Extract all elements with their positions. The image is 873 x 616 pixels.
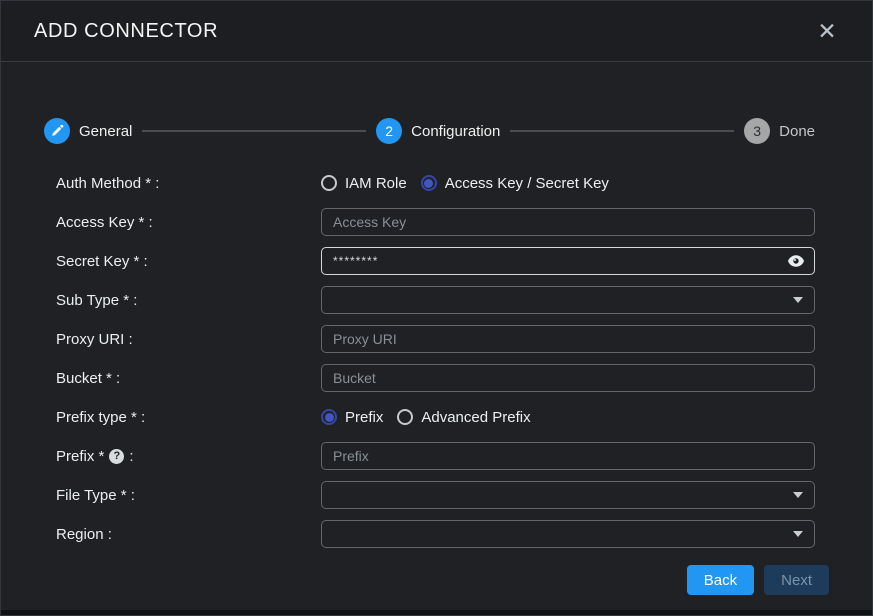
prefix-label: Prefix * ? :: [56, 448, 321, 465]
bucket-input[interactable]: [321, 364, 815, 392]
sub-type-select[interactable]: [321, 286, 815, 314]
prefix-type-row: Prefix type * : Prefix Advanced Prefix: [56, 403, 815, 431]
help-icon[interactable]: ?: [109, 449, 124, 464]
step-connector-line: [142, 130, 366, 132]
step-done: 3 Done: [744, 118, 815, 144]
prefix-input[interactable]: [321, 442, 815, 470]
radio-checked-icon: [321, 409, 337, 425]
next-button[interactable]: Next: [764, 565, 829, 595]
auth-method-label: Auth Method * :: [56, 175, 321, 192]
radio-iam-role[interactable]: IAM Role: [321, 175, 407, 192]
prefix-type-label: Prefix type * :: [56, 409, 321, 426]
eye-icon[interactable]: [787, 254, 805, 268]
close-icon[interactable]: ✕: [812, 16, 842, 46]
proxy-uri-row: Proxy URI :: [56, 325, 815, 353]
file-type-row: File Type * :: [56, 481, 815, 509]
secret-key-input[interactable]: [321, 247, 815, 275]
wizard-stepper: General 2 Configuration 3 Done: [44, 118, 815, 144]
file-type-label: File Type * :: [56, 487, 321, 504]
proxy-uri-label: Proxy URI :: [56, 331, 321, 348]
prefix-row: Prefix * ? :: [56, 442, 815, 470]
bucket-row: Bucket * :: [56, 364, 815, 392]
radio-advanced-prefix[interactable]: Advanced Prefix: [397, 409, 530, 426]
access-key-label: Access Key * :: [56, 214, 321, 231]
file-type-select[interactable]: [321, 481, 815, 509]
dialog-title: ADD CONNECTOR: [34, 20, 218, 43]
region-label: Region :: [56, 526, 321, 543]
secret-key-label: Secret Key * :: [56, 253, 321, 270]
radio-access-key-secret-key[interactable]: Access Key / Secret Key: [421, 175, 609, 192]
auth-method-radio-group: IAM Role Access Key / Secret Key: [321, 175, 609, 192]
radio-checked-icon: [421, 175, 437, 191]
chevron-down-icon: [793, 492, 803, 498]
step-general[interactable]: General: [44, 118, 132, 144]
proxy-uri-input[interactable]: [321, 325, 815, 353]
step-configuration-label: Configuration: [411, 123, 500, 140]
prefix-type-radio-group: Prefix Advanced Prefix: [321, 409, 531, 426]
step-3-badge: 3: [744, 118, 770, 144]
step-general-label: General: [79, 123, 132, 140]
access-key-row: Access Key * :: [56, 208, 815, 236]
dialog-header: ADD CONNECTOR ✕: [1, 1, 872, 62]
step-configuration[interactable]: 2 Configuration: [376, 118, 500, 144]
step-connector-line: [510, 130, 734, 132]
region-row: Region :: [56, 520, 815, 548]
connector-form: Auth Method * : IAM Role Access Key / Se…: [56, 169, 815, 559]
sub-type-row: Sub Type * :: [56, 286, 815, 314]
pencil-icon: [44, 118, 70, 144]
dialog-footer: Back Next: [1, 565, 829, 595]
step-done-label: Done: [779, 123, 815, 140]
sub-type-label: Sub Type * :: [56, 292, 321, 309]
chevron-down-icon: [793, 297, 803, 303]
access-key-input[interactable]: [321, 208, 815, 236]
chevron-down-icon: [793, 531, 803, 537]
radio-prefix[interactable]: Prefix: [321, 409, 383, 426]
bucket-label: Bucket * :: [56, 370, 321, 387]
add-connector-dialog: ADD CONNECTOR ✕ General 2 Configuration …: [0, 0, 873, 616]
radio-unchecked-icon: [321, 175, 337, 191]
region-select[interactable]: [321, 520, 815, 548]
secret-key-row: Secret Key * :: [56, 247, 815, 275]
radio-unchecked-icon: [397, 409, 413, 425]
dialog-bottom-edge: [1, 610, 872, 615]
step-2-badge: 2: [376, 118, 402, 144]
auth-method-row: Auth Method * : IAM Role Access Key / Se…: [56, 169, 815, 197]
back-button[interactable]: Back: [687, 565, 754, 595]
